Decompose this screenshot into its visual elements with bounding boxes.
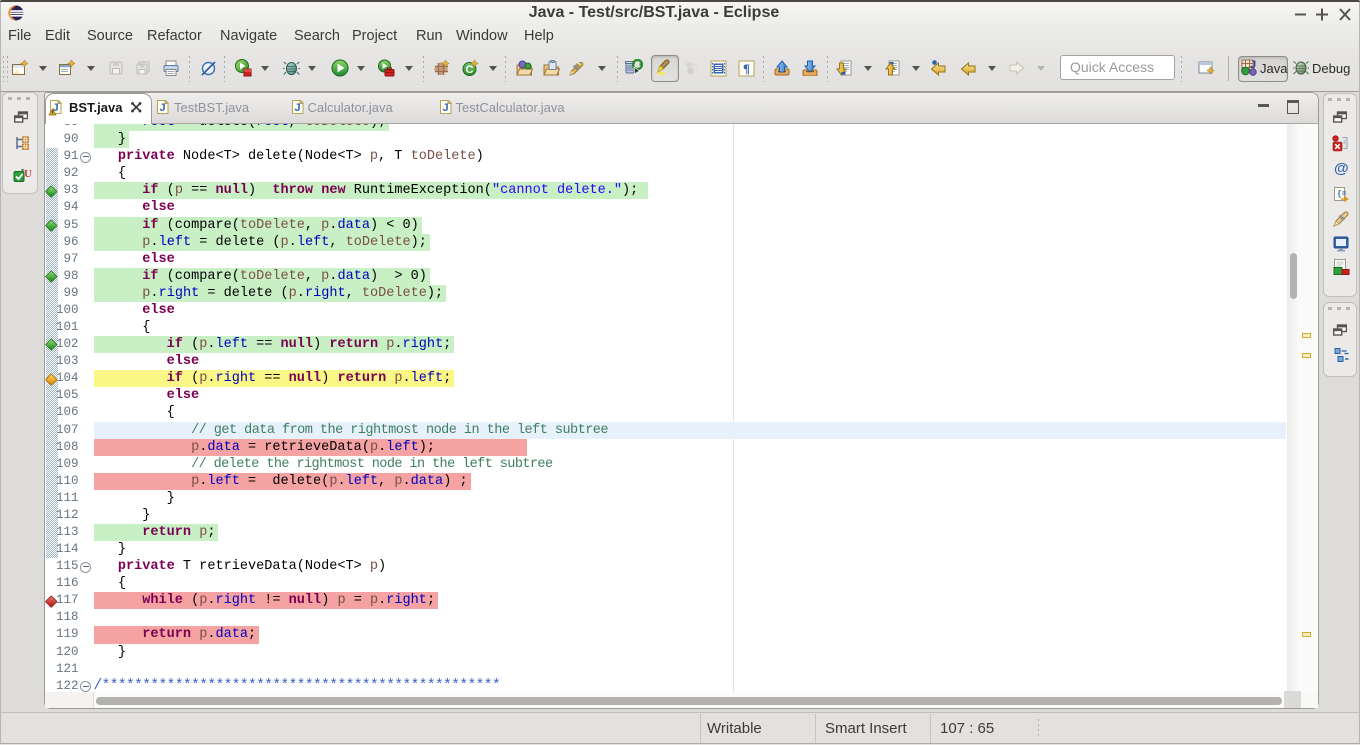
svg-text:J: J [1250,59,1256,71]
svg-text:J: J [442,102,448,114]
svg-text:U: U [24,168,32,180]
svg-text:J: J [294,102,300,114]
svg-text:¶: ¶ [743,61,750,76]
svg-text:C: C [466,64,474,76]
svg-text:J: J [159,102,165,114]
